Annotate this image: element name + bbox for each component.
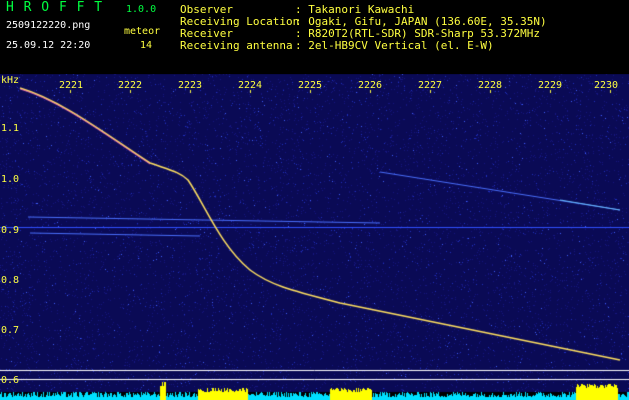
x-tick-label: 2228 bbox=[478, 80, 503, 91]
app-version: 1.0.0 bbox=[126, 4, 157, 15]
x-tick-label: 2226 bbox=[358, 80, 383, 91]
app-title: H R O F F T bbox=[6, 0, 104, 15]
x-tick-label: 2224 bbox=[238, 80, 263, 91]
mode-label: meteor bbox=[124, 26, 161, 37]
x-tick-label: 2221 bbox=[59, 80, 84, 91]
x-tick-label: 2225 bbox=[298, 80, 323, 91]
y-tick-label: 0.8 bbox=[1, 275, 20, 286]
y-tick-label: 0.6 bbox=[1, 375, 20, 386]
y-axis-unit: kHz bbox=[1, 75, 20, 86]
x-tick-label: 2222 bbox=[118, 80, 143, 91]
datetime: 25.09.12 22:20 bbox=[6, 40, 91, 51]
y-tick-label: 0.9 bbox=[1, 225, 20, 236]
info-label-antenna: Receiving antenna bbox=[180, 39, 293, 52]
y-tick-label: 1.0 bbox=[1, 174, 20, 185]
x-tick-label: 2230 bbox=[594, 80, 619, 91]
x-tick-label: 2227 bbox=[418, 80, 443, 91]
y-tick-label: 0.7 bbox=[1, 325, 20, 336]
detection-count: 14 bbox=[140, 40, 153, 51]
filename: 2509122220.png bbox=[6, 20, 91, 31]
x-tick-label: 2229 bbox=[538, 80, 563, 91]
y-tick-label: 1.1 bbox=[1, 123, 20, 134]
x-tick-label: 2223 bbox=[178, 80, 203, 91]
header-panel: H R O F F T 1.0.0 2509122220.png meteor … bbox=[0, 0, 629, 74]
info-value-antenna: : 2el-HB9CV Vertical (el. E-W) bbox=[295, 39, 494, 52]
